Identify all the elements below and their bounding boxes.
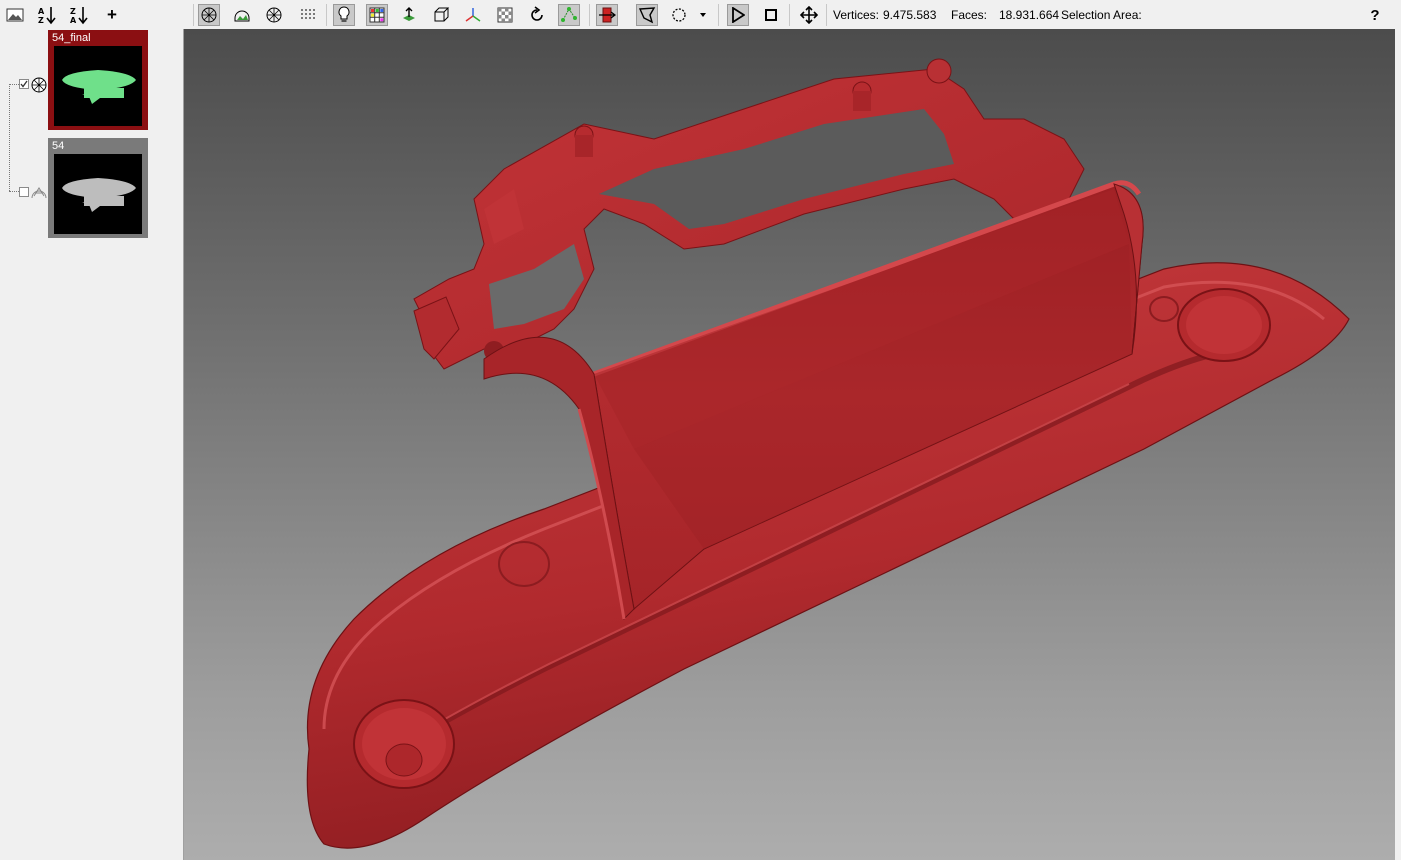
layer-visibility-checkbox[interactable] (19, 187, 29, 197)
help-button[interactable]: ? (1364, 4, 1386, 26)
sort-ascending-icon[interactable]: AZ (36, 4, 58, 26)
lasso-select-icon[interactable] (636, 4, 658, 26)
svg-text:A: A (38, 7, 45, 16)
layer-thumbnail-54-final[interactable]: 54_final (48, 30, 148, 130)
boss-back (1177, 288, 1271, 362)
toolbar-separator (326, 4, 327, 26)
move-icon[interactable] (798, 4, 820, 26)
selection-color-icon[interactable] (596, 4, 618, 26)
wireframe-icon[interactable] (263, 4, 285, 26)
toolbar-separator (826, 4, 827, 26)
point-layer-icon (31, 187, 47, 199)
3d-viewport[interactable] (184, 29, 1395, 860)
mesh-wire-icon[interactable] (198, 4, 220, 26)
tree-connector (9, 191, 19, 192)
checker-icon[interactable] (494, 4, 516, 26)
add-button[interactable]: + (101, 4, 123, 26)
lightbulb-icon[interactable] (333, 4, 355, 26)
layer-panel: 54_final 54 (0, 29, 184, 860)
flip-normals-icon[interactable] (398, 4, 420, 26)
rotate-icon[interactable] (526, 4, 548, 26)
faces-value: 18.931.664 (999, 8, 1060, 22)
layer-preview-image (54, 154, 142, 234)
axes-icon[interactable] (462, 4, 484, 26)
svg-text:A: A (70, 16, 77, 25)
viewport-scroll-edge (1395, 29, 1401, 860)
color-grid-icon[interactable] (366, 4, 388, 26)
image-icon[interactable] (4, 4, 26, 26)
vertices-label: Vertices: (833, 8, 880, 22)
point-cloud-icon[interactable] (296, 4, 318, 26)
faces-label: Faces: (951, 8, 988, 22)
texture-icon[interactable] (231, 4, 253, 26)
chevron-down-icon[interactable] (696, 4, 710, 26)
toolbar-separator (718, 4, 719, 26)
layer-thumbnail-54[interactable]: 54 (48, 138, 148, 238)
bounding-box-icon[interactable] (430, 4, 452, 26)
vertex-select-icon[interactable] (558, 4, 580, 26)
main-toolbar: AZ ZA + Vertices: 9.475.583 Faces: 18.93… (0, 0, 1401, 30)
boss-front (353, 699, 455, 789)
mesh-layer-icon (31, 77, 47, 93)
sort-descending-icon[interactable]: ZA (68, 4, 90, 26)
layer-visibility-checkbox[interactable] (19, 79, 29, 89)
selection-area-label: Selection Area: (1061, 8, 1142, 22)
handle-mesh-model[interactable] (184, 29, 1395, 860)
circle-select-icon[interactable] (668, 4, 690, 26)
tree-connector (9, 84, 19, 85)
toolbar-separator (789, 4, 790, 26)
layer-name: 54 (52, 140, 65, 152)
svg-text:Z: Z (38, 16, 44, 25)
play-icon[interactable] (727, 4, 749, 26)
layer-preview-image (54, 46, 142, 126)
toolbar-separator (589, 4, 590, 26)
tree-connector (9, 84, 10, 191)
stop-icon[interactable] (760, 4, 782, 26)
svg-text:Z: Z (70, 7, 76, 16)
vertices-value: 9.475.583 (883, 8, 937, 22)
toolbar-separator (193, 4, 194, 26)
layer-name: 54_final (52, 32, 91, 44)
